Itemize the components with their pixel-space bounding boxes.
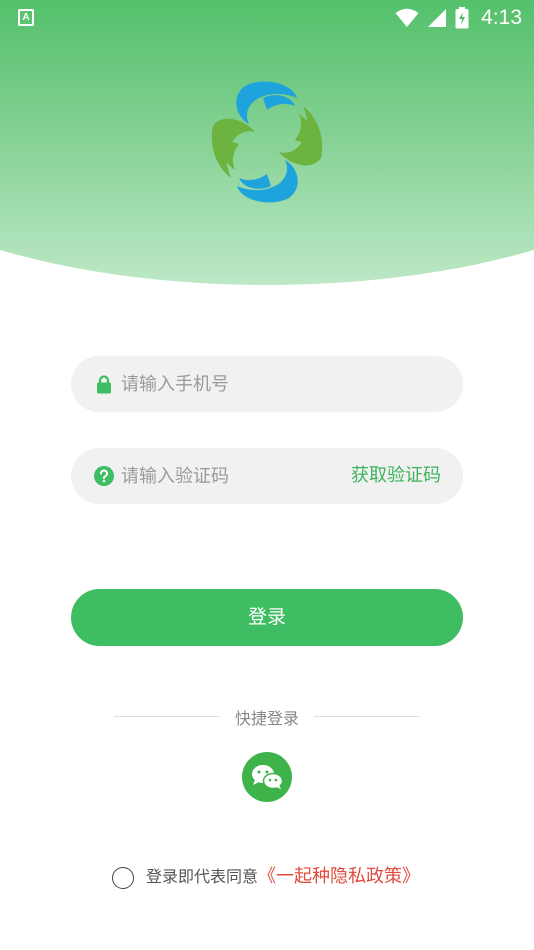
lock-icon <box>97 375 111 394</box>
quick-login-label: 快捷登录 <box>234 709 299 728</box>
get-code-button[interactable]: 获取验证码 <box>351 448 441 504</box>
login-screen: A 4:13 请输入手机号 请输入验证码 获取验证码 登录 快捷登录 登录即代表… <box>0 0 534 950</box>
status-bar: A 4:13 <box>0 0 534 36</box>
agreement-text: 登录即代表同意《一起种隐私政策》 <box>146 866 420 888</box>
code-input[interactable] <box>121 448 341 504</box>
privacy-policy-link[interactable]: 《一起种隐私政策》 <box>258 866 420 887</box>
app-notification-icon: A <box>18 9 34 26</box>
phone-field[interactable] <box>71 356 463 412</box>
divider-left <box>114 716 220 717</box>
app-logo <box>211 81 323 203</box>
status-time: 4:13 <box>481 6 522 29</box>
divider-right <box>314 716 420 717</box>
status-icons: 4:13 <box>395 4 522 32</box>
cell-signal-icon <box>428 9 447 27</box>
battery-charging-icon <box>455 7 469 29</box>
login-button[interactable]: 登录 <box>71 589 463 646</box>
agreement-checkbox[interactable] <box>112 867 134 889</box>
phone-input[interactable] <box>121 356 341 412</box>
agreement-prefix: 登录即代表同意 <box>146 867 259 886</box>
wechat-login-button[interactable] <box>242 752 292 802</box>
wechat-icon <box>252 765 284 790</box>
question-icon <box>94 466 114 486</box>
wifi-icon <box>395 8 419 27</box>
code-field[interactable]: 获取验证码 <box>71 448 463 504</box>
